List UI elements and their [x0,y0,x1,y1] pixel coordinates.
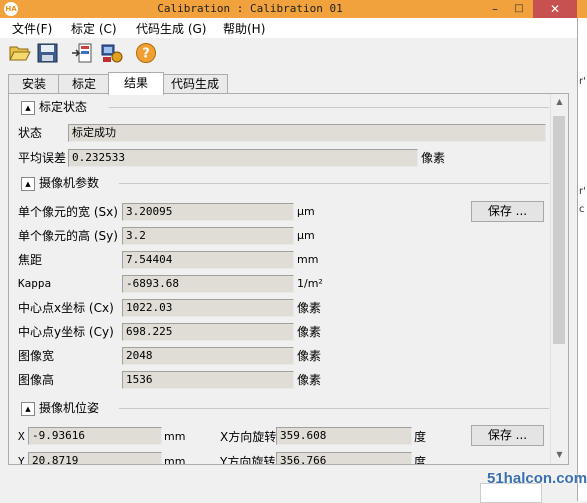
param-field: 3.2 [122,227,294,245]
svg-text:?: ? [142,47,150,62]
status-field: 标定成功 [68,124,546,142]
param-label: Kappa [18,277,52,290]
param-unit: 像素 [297,325,322,339]
param-unit: μm [297,229,315,242]
divider [119,183,549,184]
help-icon[interactable]: ? [134,42,158,64]
menu-file[interactable]: 文件(F) [12,20,52,37]
param-label: 中心点y坐标 (Cy) [18,325,114,339]
mean-error-field: 0.232533 [68,149,418,167]
toolbar: ? [0,38,577,68]
tab-code-generation[interactable]: 代码生成 [162,74,228,94]
background-text: r' [579,186,586,197]
watermark: 51halcon.com [487,470,587,487]
param-label: 单个像元的高 (Sy) [18,229,118,243]
collapse-toggle[interactable]: ▲ [21,177,35,191]
param-label: 焦距 [18,253,43,267]
param-label: 中心点x坐标 (Cx) [18,301,114,315]
param-field: 3.20095 [122,203,294,221]
maximize-button[interactable]: □ [507,0,531,18]
param-field: 1022.03 [122,299,294,317]
vertical-scrollbar[interactable]: ▲ ▼ [550,94,568,464]
minimize-button[interactable]: – [483,0,507,18]
param-unit: 像素 [297,301,322,315]
pose-x-label: X [18,430,25,443]
param-field: 698.225 [122,323,294,341]
pose-yrot-label: Y方向旋转 [220,455,276,465]
pose-x-field: -9.93616 [28,427,162,445]
status-label: 状态 [18,126,43,140]
menu-calibrate[interactable]: 标定 (C) [71,20,117,37]
scrollbar-thumb[interactable] [553,116,565,344]
pose-yrot-field: 356.766 [276,452,412,464]
param-unit: 像素 [297,349,322,363]
param-label: 单个像元的宽 (Sx) [18,205,118,219]
divider [109,107,549,108]
param-field: 2048 [122,347,294,365]
tab-calibration[interactable]: 标定 [58,74,110,94]
pose-y-field: 20.8719 [28,452,162,464]
collapse-toggle[interactable]: ▲ [21,101,35,115]
pose-xrot-label: X方向旋转 [220,430,277,444]
open-folder-icon[interactable] [8,42,32,64]
mean-error-unit: 像素 [421,151,446,165]
tab-results[interactable]: 结果 [108,72,164,95]
results-panel: ▲ 标定状态 状态 标定成功 平均误差 0.232533 像素 ▲ 摄像机参数 … [8,93,569,465]
save-camera-params-button[interactable]: 保存 ... [471,201,544,222]
section-title: 摄像机参数 [39,176,100,190]
param-label: 图像高 [18,373,55,387]
param-unit: 像素 [297,373,322,387]
pose-xrot-unit: 度 [414,430,427,444]
section-title: 摄像机位姿 [39,401,100,415]
title-bar: HA Calibration : Calibration 01 – □ ✕ [0,0,587,19]
camera-settings-icon[interactable] [100,42,124,64]
save-disk-icon[interactable] [36,42,60,64]
close-button[interactable]: ✕ [533,0,577,18]
menu-bar: 文件(F) 标定 (C) 代码生成 (G) 帮助(H) [0,18,577,38]
menu-codegen[interactable]: 代码生成 (G) [136,20,206,37]
mean-error-label: 平均误差 [18,151,67,165]
pose-y-label: Y [18,455,25,465]
param-unit: mm [297,253,319,266]
import-icon[interactable] [70,42,94,64]
param-label: 图像宽 [18,349,55,363]
param-field: 1536 [122,371,294,389]
pose-xrot-field: 359.608 [276,427,412,445]
param-field: 7.54404 [122,251,294,269]
pose-yrot-unit: 度 [414,455,427,465]
section-title: 标定状态 [39,100,88,114]
pose-x-unit: mm [164,430,186,443]
section-camera-pose: ▲ 摄像机位姿 [19,401,549,417]
scroll-up-icon[interactable]: ▲ [551,97,568,106]
window-title: Calibration : Calibration 01 [157,2,343,15]
section-camera-parameters: ▲ 摄像机参数 [19,176,549,192]
save-camera-pose-button[interactable]: 保存 ... [471,425,544,446]
menu-help[interactable]: 帮助(H) [223,20,265,37]
divider [119,408,549,409]
section-calibration-status: ▲ 标定状态 [19,100,549,116]
background-window-edge [577,18,587,501]
param-field: -6893.68 [122,275,294,293]
param-unit: μm [297,205,315,218]
scroll-down-icon[interactable]: ▼ [551,450,568,459]
pose-y-unit: mm [164,455,186,465]
background-text: r' [579,76,586,87]
background-text: c [579,204,585,215]
bottom-strip [8,465,567,481]
collapse-toggle[interactable]: ▲ [21,402,35,416]
param-unit: 1/m² [297,277,323,290]
tab-setup[interactable]: 安装 [8,74,60,94]
